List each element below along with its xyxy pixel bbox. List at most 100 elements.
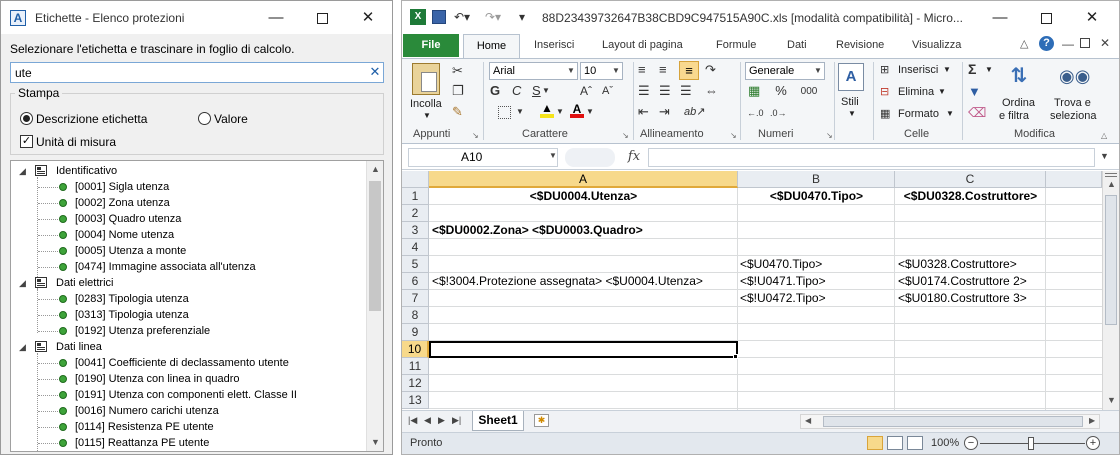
underline-dropdown-icon[interactable]: ▼ [542,83,550,99]
row-header-4[interactable]: 4 [402,239,429,256]
increase-indent-icon[interactable]: ⇥ [659,104,670,120]
workbook-close-icon[interactable]: ✕ [1100,36,1110,50]
styles-dropdown-icon[interactable]: ▼ [848,109,856,118]
maximize-icon[interactable] [1023,5,1069,31]
launcher-icon[interactable]: ↘ [730,131,737,140]
align-top-icon[interactable]: ≡ [638,62,646,78]
first-sheet-icon[interactable]: |◀ [408,415,417,426]
sort-filter-button-line1[interactable]: Ordina [1002,97,1035,109]
prev-sheet-icon[interactable]: ◀ [424,415,431,426]
font-size-combo[interactable]: 10 ▼ [580,62,623,80]
cut-icon[interactable]: ✂ [452,63,463,79]
descrizione-radio[interactable] [20,112,33,125]
name-box-dropdown-icon[interactable]: ▼ [549,151,557,160]
chevron-down-icon[interactable]: ▼ [985,65,993,74]
tab-layout[interactable]: Layout di pagina [602,39,683,51]
row-header-6[interactable]: 6 [402,273,429,290]
column-header-a[interactable]: A [429,171,738,188]
valore-label[interactable]: Valore [214,112,248,126]
font-color-icon[interactable]: A [570,103,584,118]
launcher-icon[interactable]: ↘ [622,131,629,140]
tab-dati[interactable]: Dati [787,39,807,51]
cell-b5[interactable]: <$U0470.Tipo> [740,256,822,273]
tab-inserisci[interactable]: Inserisci [534,39,574,51]
sheet-tab-sheet1[interactable]: Sheet1 [472,411,524,431]
row-header-3[interactable]: 3 [402,222,429,239]
increase-decimal-icon[interactable]: ←.0 [747,105,764,121]
insert-cells-icon[interactable]: ⊞ [880,62,889,78]
sort-filter-button-line2[interactable]: e filtra [999,110,1029,122]
grow-font-icon[interactable]: Aˆ [580,83,592,99]
cell-c7[interactable]: <$U0180.Costruttore 3> [898,290,1027,307]
sort-filter-icon[interactable]: ⇅ [1007,62,1031,90]
chevron-down-icon[interactable]: ▼ [946,109,954,118]
excel-titlebar[interactable]: X ↶▾ ↷▾ ▾ 88D23439732647B38CBD9C947515A9… [402,1,1119,33]
align-right-icon[interactable]: ☰ [680,83,692,99]
zoom-in-icon[interactable]: + [1086,436,1100,450]
borders-dropdown-icon[interactable]: ▼ [516,104,524,120]
normal-view-icon[interactable] [867,436,883,450]
binoculars-icon[interactable]: ◉◉ [1059,63,1090,89]
formula-input[interactable] [648,148,1095,167]
search-input[interactable] [10,62,384,83]
delete-cells-button[interactable]: Elimina [898,86,934,98]
collapse-icon[interactable]: ◢ [19,279,28,288]
italic-button[interactable]: C [512,83,521,99]
align-bottom-icon[interactable]: ≡ [679,61,699,80]
cell-c5[interactable]: <$U0328.Costruttore> [898,256,1017,273]
collapse-icon[interactable]: ◢ [19,343,28,352]
worksheet-grid[interactable]: A B C 1 2 3 4 5 6 7 8 9 10 11 12 13 <$DU… [402,171,1102,410]
cell-c6[interactable]: <$U0174.Costruttore 2> [898,273,1027,290]
bold-button[interactable]: G [490,83,500,99]
close-icon[interactable]: ✕ [1069,5,1115,31]
undo-icon[interactable]: ↶▾ [454,10,470,24]
page-break-view-icon[interactable] [907,436,923,450]
close-icon[interactable]: ✕ [345,5,391,31]
decrease-indent-icon[interactable]: ⇤ [638,104,649,120]
format-painter-icon[interactable]: ✎ [452,104,463,120]
cell-b7[interactable]: <$!U0472.Tipo> [740,290,826,307]
expand-formula-bar-icon[interactable]: ▼ [1100,151,1109,161]
fill-color-icon[interactable]: ▲ [540,102,554,118]
collapse-ribbon-icon[interactable]: △ [1020,37,1028,50]
minimize-icon[interactable]: — [977,5,1023,31]
column-header-b[interactable]: B [738,171,895,188]
tab-formule[interactable]: Formule [716,39,756,51]
scroll-up-icon[interactable]: ▲ [1103,179,1120,189]
descrizione-label[interactable]: Descrizione etichetta [36,112,147,126]
row-header-5[interactable]: 5 [402,256,429,273]
paste-icon[interactable] [412,63,440,95]
unita-misura-label[interactable]: Unità di misura [36,135,116,149]
row-header-10[interactable]: 10 [402,341,429,358]
format-cells-icon[interactable]: ▦ [880,106,890,122]
decrease-decimal-icon[interactable]: .0→ [770,105,787,121]
row-header-2[interactable]: 2 [402,205,429,222]
workbook-restore-icon[interactable] [1080,38,1090,48]
horizontal-scrollbar[interactable]: ◀ ▶ [800,414,1100,429]
column-header-c[interactable]: C [895,171,1046,188]
fill-icon[interactable]: ▼ [968,84,981,100]
scroll-right-icon[interactable]: ▶ [1089,416,1095,425]
clear-search-icon[interactable]: ✕ [369,65,381,79]
tab-file[interactable]: File [403,34,459,57]
fill-dropdown-icon[interactable]: ▼ [556,104,564,120]
chevron-down-icon[interactable]: ▼ [938,87,946,96]
active-cell-a10[interactable] [429,341,738,358]
orientation-icon[interactable]: ab↗ [684,104,705,120]
wrap-text-icon[interactable]: ↷ [705,62,716,78]
underline-button[interactable]: S [532,83,541,99]
cell-a6[interactable]: <$!3004.Protezione assegnata> <$U0004.Ut… [432,273,703,290]
row-header-8[interactable]: 8 [402,307,429,324]
font-name-combo[interactable]: Arial ▼ [489,62,578,80]
paste-dropdown-icon[interactable]: ▼ [423,111,431,120]
cell-b1[interactable]: <$DU0470.Tipo> [738,188,895,205]
last-sheet-icon[interactable]: ▶| [452,415,461,426]
redo-icon[interactable]: ↷▾ [485,10,501,24]
scroll-down-icon[interactable]: ▼ [367,437,383,447]
copy-icon[interactable]: ❐ [452,83,464,99]
find-select-button-line2[interactable]: seleziona [1050,110,1096,122]
row-header-7[interactable]: 7 [402,290,429,307]
percent-button[interactable]: % [774,83,788,99]
valore-radio[interactable] [198,112,211,125]
insert-sheet-icon[interactable]: ✱ [534,414,549,427]
